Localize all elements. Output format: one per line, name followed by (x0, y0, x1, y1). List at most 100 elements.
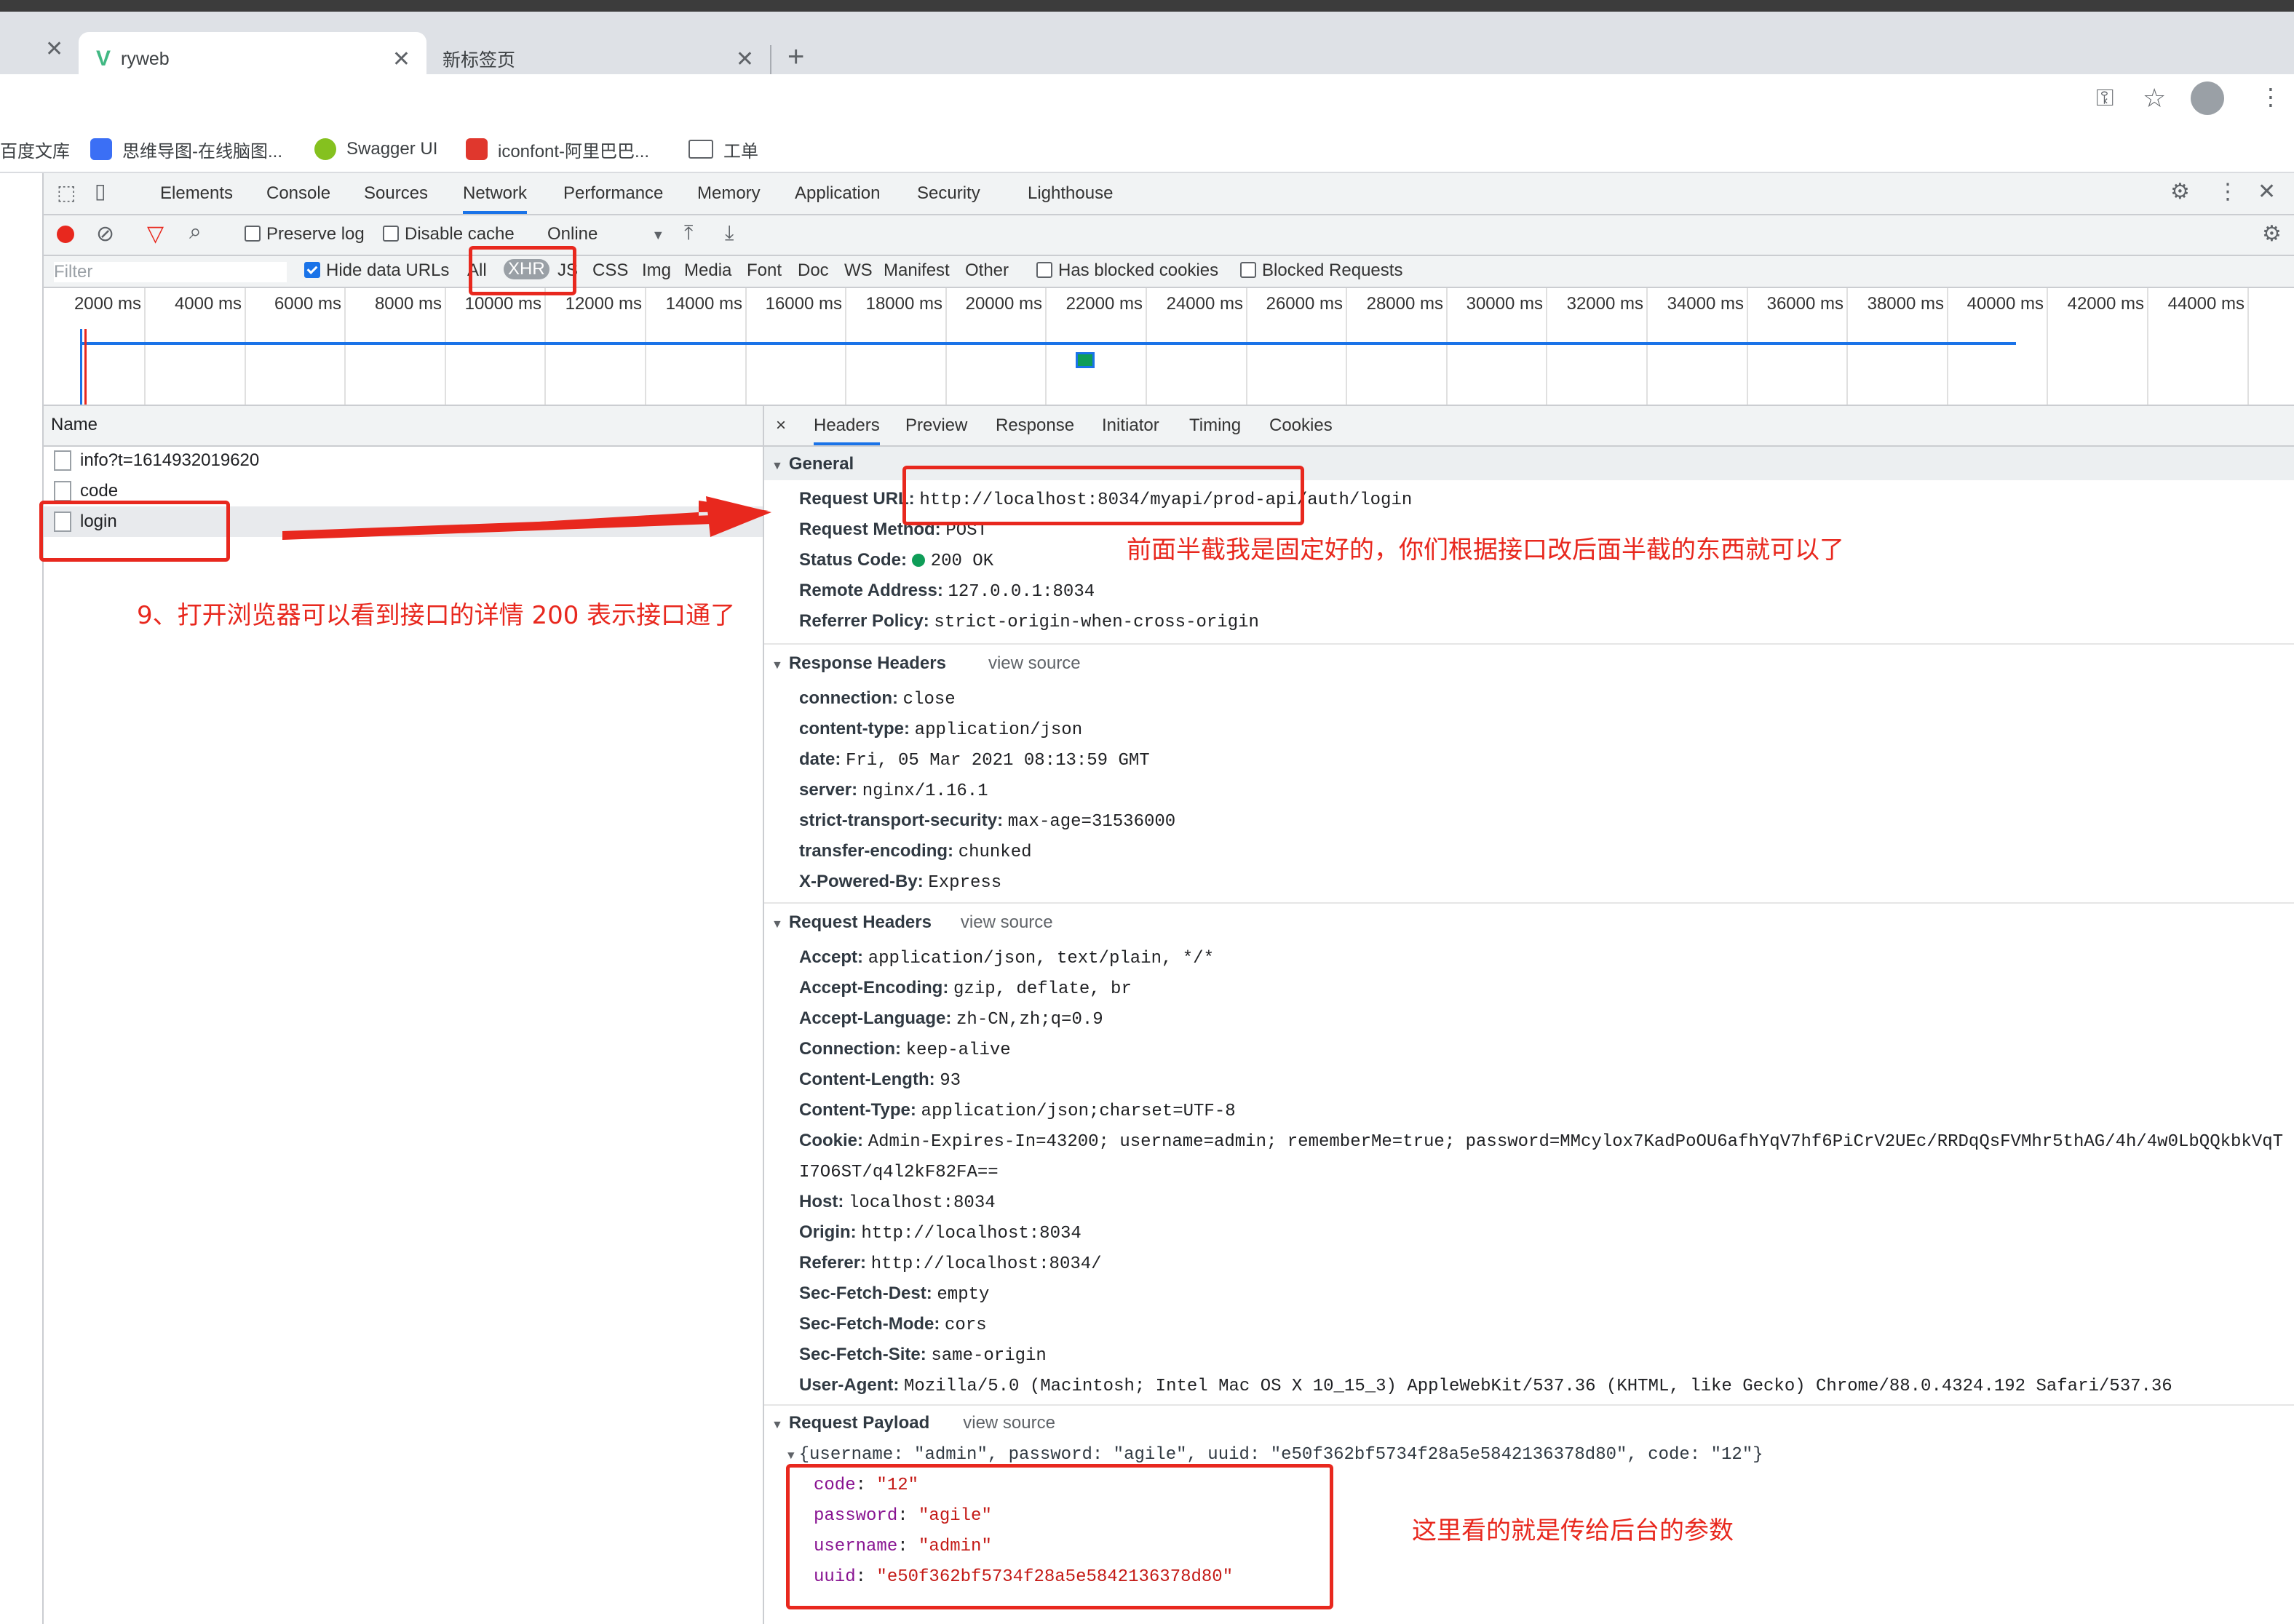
request-payload-toggle[interactable]: ▼ Request Payload view source (771, 1413, 1055, 1433)
hide-data-urls-checkbox[interactable]: Hide data URLs (304, 260, 449, 281)
import-har-icon[interactable]: ⤒ (684, 221, 693, 245)
devtools-tab-lighthouse[interactable]: Lighthouse (1028, 173, 1113, 214)
payload-summary[interactable]: ▼ {username: "admin", password: "agile", … (787, 1445, 1763, 1465)
header-row[interactable]: content-type: application/json (799, 719, 1082, 740)
clear-icon[interactable]: ⊘ (96, 221, 114, 247)
bookmark-item[interactable]: 工单 (688, 127, 758, 172)
iconfont-icon (466, 138, 488, 160)
type-filter-media[interactable]: Media (684, 260, 731, 281)
header-row[interactable]: date: Fri, 05 Mar 2021 08:13:59 GMT (799, 749, 1150, 771)
header-row[interactable]: strict-transport-security: max-age=31536… (799, 811, 1175, 832)
device-toolbar-icon[interactable]: ▯ (95, 179, 106, 203)
tab-close-icon[interactable]: ✕ (392, 47, 410, 72)
bookmark-item[interactable]: 思维导图-在线脑图... (90, 127, 282, 172)
header-row[interactable]: Accept: application/json, text/plain, */… (799, 947, 1214, 968)
annotation-box-login (39, 501, 230, 562)
devtools-tab-sources[interactable]: Sources (364, 173, 428, 214)
detail-tab-preview[interactable]: Preview (905, 406, 967, 445)
detail-tab-cookies[interactable]: Cookies (1269, 406, 1333, 445)
request-headers-toggle[interactable]: ▼ Request Headers view source (771, 912, 1053, 933)
header-row[interactable]: User-Agent: Mozilla/5.0 (Macintosh; Inte… (799, 1375, 2172, 1396)
type-filter-css[interactable]: CSS (592, 260, 628, 281)
devtools-tab-security[interactable]: Security (917, 173, 980, 214)
timeline-tick-label: 20000 ms (965, 294, 1042, 314)
header-key: Origin: (799, 1222, 857, 1242)
search-icon[interactable]: ⌕ (189, 220, 202, 244)
more-options-icon[interactable]: ⋮ (2217, 179, 2239, 204)
bookmarks-bar: 百度文库 思维导图-在线脑图... Swagger UI iconfont-阿里… (0, 127, 2294, 173)
bookmark-item[interactable]: Swagger UI (314, 127, 437, 172)
header-row[interactable]: Sec-Fetch-Site: same-origin (799, 1345, 1047, 1366)
detail-tab-initiator[interactable]: Initiator (1102, 406, 1159, 445)
has-blocked-cookies-checkbox[interactable]: Has blocked cookies (1036, 260, 1218, 281)
header-row[interactable]: Sec-Fetch-Mode: cors (799, 1314, 987, 1335)
header-row[interactable]: X-Powered-By: Express (799, 872, 1001, 893)
profile-avatar-icon[interactable] (2191, 81, 2224, 115)
star-icon[interactable]: ☆ (2143, 83, 2166, 114)
header-row[interactable]: server: nginx/1.16.1 (799, 780, 988, 801)
menu-dots-icon[interactable]: ⋮ (2259, 83, 2282, 111)
filter-icon[interactable]: ▽ (147, 221, 164, 247)
record-icon[interactable] (57, 226, 74, 243)
header-row[interactable]: Remote Address: 127.0.0.1:8034 (799, 581, 1095, 602)
type-filter-other[interactable]: Other (965, 260, 1009, 281)
timeline-tick-label: 34000 ms (1667, 294, 1744, 314)
header-row[interactable]: Content-Type: application/json;charset=U… (799, 1100, 1236, 1121)
name-column-header[interactable]: Name (51, 415, 98, 435)
header-row[interactable]: Status Code: 200 OK (799, 550, 993, 571)
header-row[interactable]: Referrer Policy: strict-origin-when-cros… (799, 611, 1259, 632)
general-section-toggle[interactable]: ▼ General (771, 454, 854, 474)
header-row[interactable]: Cookie: Admin-Expires-In=43200; username… (799, 1131, 2283, 1152)
header-row[interactable]: Accept-Encoding: gzip, deflate, br (799, 978, 1132, 999)
network-settings-gear-icon[interactable]: ⚙ (2262, 221, 2282, 247)
devtools-tab-console[interactable]: Console (266, 173, 330, 214)
header-row[interactable]: Accept-Language: zh-CN,zh;q=0.9 (799, 1008, 1103, 1030)
header-row[interactable]: connection: close (799, 688, 956, 709)
timeline-gridline (745, 288, 747, 405)
header-row[interactable]: Content-Length: 93 (799, 1070, 961, 1091)
disable-cache-checkbox[interactable]: Disable cache (383, 224, 515, 244)
devtools-tab-elements[interactable]: Elements (160, 173, 233, 214)
inspect-element-icon[interactable]: ⬚ (57, 180, 76, 204)
dom-content-loaded-marker (80, 329, 82, 405)
blocked-requests-checkbox[interactable]: Blocked Requests (1240, 260, 1402, 281)
new-tab-icon[interactable]: + (787, 41, 804, 73)
bookmark-item[interactable]: iconfont-阿里巴巴... (466, 127, 649, 172)
devtools-tab-memory[interactable]: Memory (697, 173, 761, 214)
header-row[interactable]: Sec-Fetch-Dest: empty (799, 1283, 989, 1305)
throttle-select[interactable]: Online ▼ (547, 224, 664, 244)
devtools-tab-network[interactable]: Network (463, 173, 528, 214)
type-filter-font[interactable]: Font (747, 260, 782, 281)
view-source-link[interactable]: view source (988, 653, 1081, 673)
tab-close-icon[interactable]: ✕ (736, 47, 754, 72)
export-har-icon[interactable]: ⤓ (725, 221, 734, 245)
network-overview-timeline[interactable]: 2000 ms 4000 ms 6000 ms 8000 ms 10000 ms 1200… (44, 288, 2294, 406)
detail-tab-response[interactable]: Response (996, 406, 1074, 445)
header-row[interactable]: Origin: http://localhost:8034 (799, 1222, 1081, 1243)
type-filter-ws[interactable]: WS (844, 260, 873, 281)
view-source-link[interactable]: view source (961, 912, 1053, 932)
type-filter-doc[interactable]: Doc (798, 260, 829, 281)
settings-gear-icon[interactable]: ⚙ (2170, 179, 2190, 204)
header-row[interactable]: transfer-encoding: chunked (799, 841, 1032, 862)
response-headers-toggle[interactable]: ▼ Response Headers view source (771, 653, 1081, 674)
preserve-log-checkbox[interactable]: Preserve log (245, 224, 365, 244)
header-row[interactable]: I7O6ST/q4l2kF82FA== (799, 1161, 999, 1182)
devtools-tab-application[interactable]: Application (795, 173, 880, 214)
type-filter-img[interactable]: Img (642, 260, 671, 281)
request-row[interactable]: info?t=1614932019620 (44, 445, 763, 476)
devtools-tab-performance[interactable]: Performance (563, 173, 663, 214)
header-row[interactable]: Referer: http://localhost:8034/ (799, 1253, 1102, 1274)
detail-tab-headers[interactable]: Headers (814, 406, 880, 445)
bookmark-item[interactable]: 百度文库 (0, 127, 70, 172)
close-devtools-icon[interactable]: ✕ (2258, 179, 2276, 204)
close-detail-icon[interactable]: × (776, 406, 786, 445)
close-prev-tab-icon[interactable]: ✕ (45, 36, 63, 62)
header-row[interactable]: Host: localhost:8034 (799, 1192, 996, 1213)
key-icon[interactable]: ⚿ (2096, 84, 2114, 112)
view-source-link[interactable]: view source (963, 1413, 1055, 1433)
detail-tab-timing[interactable]: Timing (1189, 406, 1241, 445)
filter-input[interactable]: Filter (54, 262, 287, 282)
header-row[interactable]: Connection: keep-alive (799, 1039, 1011, 1060)
type-filter-manifest[interactable]: Manifest (884, 260, 950, 281)
